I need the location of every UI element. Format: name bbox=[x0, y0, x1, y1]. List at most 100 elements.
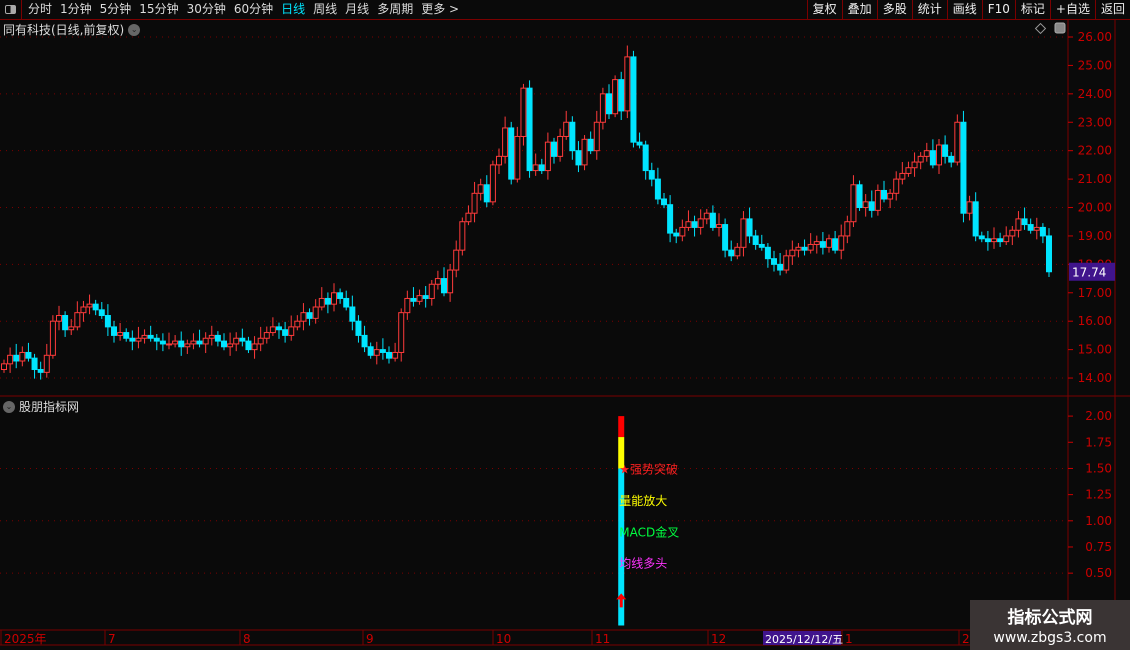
candle bbox=[813, 241, 820, 245]
x-tick-label: 8 bbox=[243, 632, 251, 646]
candle bbox=[618, 79, 625, 112]
candle bbox=[147, 334, 154, 339]
candle bbox=[783, 255, 790, 271]
candle bbox=[532, 164, 539, 172]
indicator-name: 股朋指标网 bbox=[19, 400, 80, 414]
candle bbox=[416, 295, 423, 302]
candle bbox=[141, 334, 148, 339]
candle bbox=[447, 269, 454, 294]
candle bbox=[441, 278, 447, 294]
candle bbox=[563, 121, 570, 137]
candle bbox=[117, 332, 124, 336]
y-tick-label: 17.00 bbox=[1078, 286, 1112, 300]
last-price: 17.74 bbox=[1072, 266, 1106, 280]
candle bbox=[587, 138, 594, 152]
candle bbox=[936, 144, 942, 166]
candle bbox=[196, 340, 203, 345]
candle bbox=[31, 357, 38, 371]
candle bbox=[514, 135, 521, 180]
candle bbox=[1039, 226, 1046, 237]
candle bbox=[978, 235, 985, 240]
candle bbox=[966, 201, 973, 214]
candle bbox=[459, 221, 466, 251]
y-tick-label: 1.00 bbox=[1085, 514, 1112, 528]
candle bbox=[508, 127, 515, 180]
candle bbox=[544, 141, 551, 172]
candle bbox=[159, 340, 166, 345]
candle bbox=[1009, 229, 1016, 237]
candle bbox=[1046, 235, 1052, 273]
candle bbox=[942, 144, 949, 157]
candle bbox=[489, 164, 496, 203]
candle bbox=[703, 212, 710, 220]
x-tick-label: 12 bbox=[711, 632, 726, 646]
candle bbox=[746, 218, 753, 237]
candle bbox=[758, 243, 765, 248]
candle bbox=[166, 343, 172, 346]
candle bbox=[135, 337, 142, 342]
candle bbox=[257, 337, 264, 345]
candle bbox=[893, 178, 900, 194]
signal-label: 均线多头 bbox=[619, 557, 667, 571]
candle bbox=[300, 312, 307, 322]
y-tick-label: 22.00 bbox=[1078, 144, 1112, 158]
candle bbox=[972, 201, 979, 237]
candle bbox=[398, 312, 405, 353]
candle bbox=[709, 212, 716, 228]
candle bbox=[593, 121, 600, 152]
candle bbox=[496, 155, 502, 166]
candle bbox=[862, 201, 869, 209]
candle bbox=[318, 297, 325, 308]
candle bbox=[685, 221, 692, 228]
y-tick-label: 26.00 bbox=[1078, 30, 1112, 44]
candle bbox=[269, 326, 276, 334]
candle bbox=[202, 337, 209, 345]
candle bbox=[991, 238, 997, 243]
signal-label: ★强势突破 bbox=[619, 461, 678, 476]
candle bbox=[868, 201, 875, 211]
candle bbox=[172, 340, 179, 345]
candle bbox=[648, 170, 655, 180]
candle bbox=[606, 93, 612, 115]
x-tick-label: 2 bbox=[962, 632, 970, 646]
watermark-name: 指标公式网 bbox=[1007, 608, 1093, 628]
candle bbox=[844, 221, 851, 237]
candle bbox=[404, 297, 411, 314]
candle bbox=[538, 164, 545, 172]
candle bbox=[361, 334, 368, 348]
candle bbox=[948, 155, 955, 163]
cursor-date: 2025/12/12/五 bbox=[765, 633, 843, 646]
candle bbox=[881, 189, 887, 200]
candle bbox=[104, 315, 111, 328]
candle bbox=[661, 198, 667, 206]
candle bbox=[49, 320, 56, 356]
candle bbox=[19, 351, 26, 362]
candle bbox=[453, 249, 460, 271]
x-tick-label: 9 bbox=[366, 632, 374, 646]
arrow-up-icon bbox=[616, 593, 627, 608]
candle bbox=[68, 326, 75, 331]
candle bbox=[832, 238, 839, 251]
candle bbox=[239, 337, 246, 342]
candle bbox=[917, 155, 924, 163]
candle bbox=[178, 340, 185, 348]
candle bbox=[923, 150, 930, 157]
x-tick-label: 11 bbox=[595, 632, 610, 646]
diamond-icon bbox=[1034, 22, 1047, 35]
y-tick-label: 15.00 bbox=[1078, 343, 1112, 357]
candle bbox=[502, 127, 509, 157]
candle bbox=[740, 218, 747, 248]
x-tick-label: 1 bbox=[845, 632, 853, 646]
candle bbox=[288, 326, 295, 336]
candle bbox=[477, 184, 484, 194]
candle bbox=[716, 224, 722, 228]
candle bbox=[642, 144, 649, 172]
candle bbox=[764, 246, 771, 260]
candle bbox=[954, 121, 961, 163]
y-tick-label: 1.50 bbox=[1085, 461, 1112, 475]
candle bbox=[856, 184, 863, 209]
chevron-down-icon[interactable]: ⌄ bbox=[3, 400, 15, 413]
chart-canvas[interactable]: 26.0025.0024.0023.0022.0021.0020.0019.00… bbox=[0, 0, 1130, 650]
panel-icon bbox=[1054, 22, 1066, 34]
candle bbox=[929, 150, 936, 166]
